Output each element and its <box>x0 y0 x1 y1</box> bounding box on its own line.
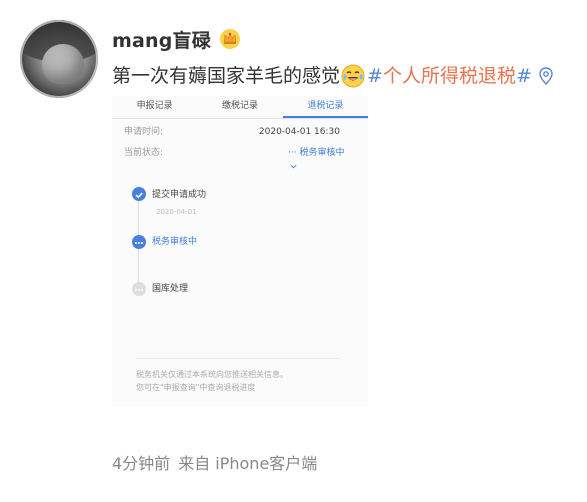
refund-tabs: 申报记录 缴税记录 退税记录 <box>112 96 368 118</box>
status-row: 当前状态: ··· 税务审核中 <box>124 146 356 169</box>
tab-refund-records: 退税记录 <box>282 96 368 118</box>
ellipsis-icon <box>135 242 143 244</box>
notice-line-2: 您可在"申报查询"中查询退税进度 <box>136 383 256 392</box>
hashtag-close[interactable]: # <box>516 62 532 90</box>
apply-time-label: 申请时间: <box>124 127 164 137</box>
user-avatar[interactable] <box>20 20 98 98</box>
timeline-connector-1 <box>138 200 139 240</box>
ellipsis-icon <box>135 289 143 291</box>
step-treasury-title: 国库处理 <box>152 284 189 294</box>
crown-icon[interactable] <box>219 28 241 50</box>
step-submitted-title: 提交申请成功 <box>152 190 207 200</box>
apply-time-value: 2020-04-01 16:30 <box>258 127 340 137</box>
tab-divider <box>112 118 368 119</box>
avatar-border <box>20 20 98 98</box>
post-footer: 4分钟前 来自 iPhone客户端 <box>112 450 317 474</box>
status-label: 当前状态: <box>124 148 164 158</box>
location-pin-icon[interactable] <box>538 67 554 85</box>
step-reviewing-title: 税务审核中 <box>152 237 198 247</box>
tab-payment-records: 缴税记录 <box>221 101 258 111</box>
step-pending-dot <box>132 282 146 296</box>
username-row: mang盲碌 <box>112 26 241 52</box>
check-icon <box>135 192 143 199</box>
status-value-text: ··· 税务审核中 <box>288 148 345 158</box>
hashtag-open[interactable]: # <box>367 62 383 90</box>
tab-declaration-records: 申报记录 <box>136 101 173 111</box>
notice-divider <box>136 358 340 359</box>
post-image[interactable]: 申报记录 缴税记录 退税记录 申请时间: 2020-04-01 16:30 当前… <box>112 96 368 406</box>
step-current-dot <box>132 235 146 249</box>
hashtag-link[interactable]: 个人所得税退税 <box>383 62 516 90</box>
username[interactable]: mang盲碌 <box>112 26 211 53</box>
notice-line-1: 税务机关仅通过本系统向您推送相关信息。 <box>136 370 288 379</box>
status-value: ··· 税务审核中 <box>288 146 356 174</box>
chevron-down-icon <box>290 164 297 169</box>
post-source[interactable]: 来自 iPhone客户端 <box>178 454 317 473</box>
step-done-dot <box>132 187 146 201</box>
step-submitted-date: 2020-04-01 <box>156 208 197 216</box>
laugh-cry-icon <box>341 64 365 88</box>
post-body: 第一次有薅国家羊毛的感觉 <box>112 65 341 87</box>
post-time[interactable]: 4分钟前 <box>112 454 170 473</box>
post-text: 第一次有薅国家羊毛的感觉 # 个人所得税退税 # <box>112 62 587 90</box>
apply-time-row: 申请时间: 2020-04-01 16:30 <box>124 125 356 139</box>
